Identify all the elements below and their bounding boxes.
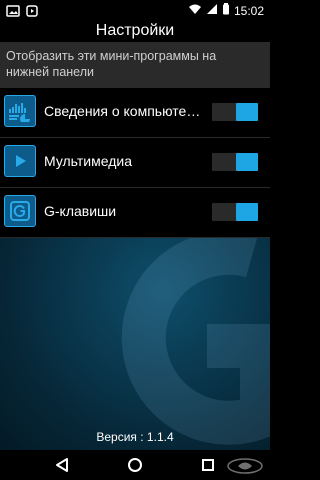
toggle-switch[interactable]	[212, 103, 258, 121]
toggle-switch[interactable]	[212, 153, 258, 171]
status-right: 15:02	[188, 2, 264, 20]
list-item-label: Сведения о компьюте…	[44, 103, 201, 119]
page-title: Настройки	[95, 22, 175, 39]
logitech-g-watermark-icon	[121, 238, 270, 445]
toggle-switch[interactable]	[212, 203, 258, 221]
version-text: Версия : 1.1.4	[96, 430, 174, 444]
toggle-knob	[236, 203, 258, 221]
play-icon	[4, 145, 36, 177]
recents-icon[interactable]	[198, 455, 218, 475]
status-bar: 15:02	[0, 0, 270, 20]
toggle-knob	[236, 153, 258, 171]
background-area	[0, 238, 270, 450]
section-description: Отобразить эти мини-программы на нижней …	[6, 49, 217, 79]
battery-icon	[222, 2, 230, 20]
system-info-icon	[4, 95, 36, 127]
section-header: Отобразить эти мини-программы на нижней …	[0, 42, 270, 88]
list-item-label: G-клавиши	[44, 203, 117, 219]
toggle-knob	[236, 103, 258, 121]
site-logo-icon	[227, 458, 263, 474]
list-item-multimedia[interactable]: Мультимедиа	[0, 138, 270, 188]
list-item-g-keys[interactable]: G-клавиши	[0, 188, 270, 238]
widgets-list: Сведения о компьюте… Мультимедиа G-клави…	[0, 88, 270, 238]
home-icon[interactable]	[125, 455, 145, 475]
wifi-icon	[188, 2, 202, 20]
status-time: 15:02	[233, 4, 264, 18]
app-header: Настройки	[0, 20, 270, 42]
g-keys-icon	[4, 195, 36, 227]
list-item-label: Мультимедиа	[44, 153, 132, 169]
back-icon[interactable]	[52, 455, 72, 475]
list-item-system-info[interactable]: Сведения о компьюте…	[0, 88, 270, 138]
cellular-signal-icon	[206, 2, 218, 20]
